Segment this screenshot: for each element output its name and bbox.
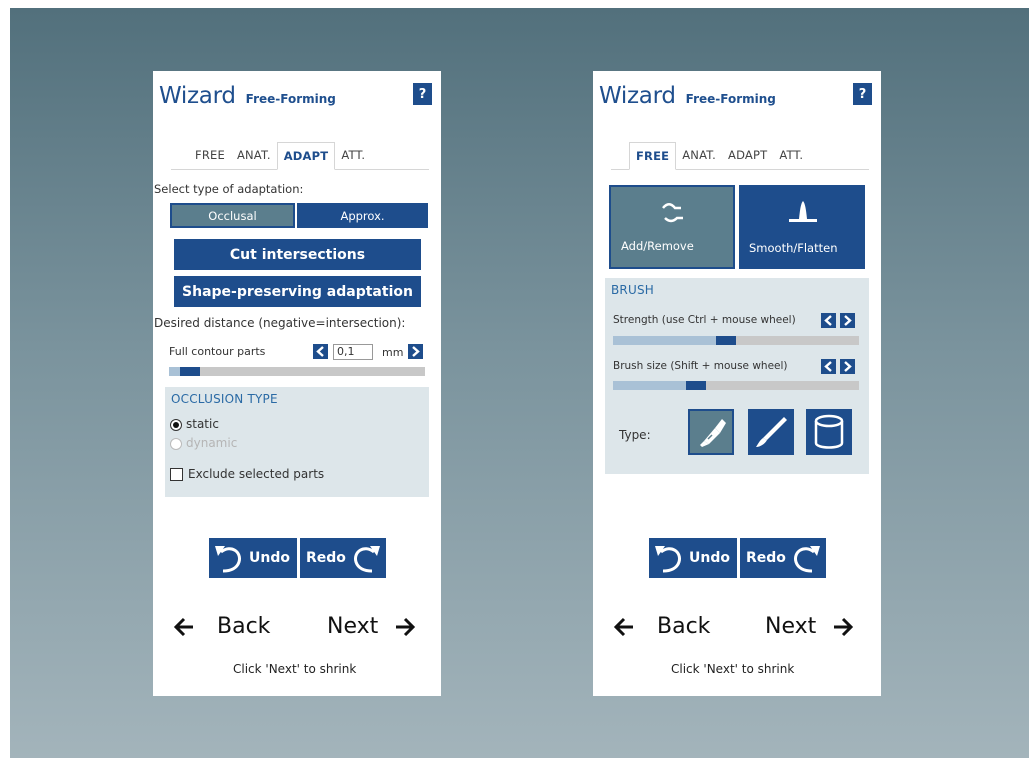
tab-att[interactable]: ATT. [773, 142, 809, 169]
redo-icon [793, 546, 820, 573]
decrease-arrow-button[interactable] [313, 344, 328, 359]
chevron-left-icon [824, 361, 832, 372]
redo-icon [353, 546, 380, 573]
distance-slider[interactable] [169, 367, 425, 376]
brush-size-label: Brush size (Shift + mouse wheel) [613, 360, 788, 372]
full-contour-label: Full contour parts [169, 345, 266, 358]
add-remove-icon [662, 203, 683, 223]
tab-free[interactable]: FREE [629, 142, 677, 170]
add-remove-button[interactable]: Add/Remove [609, 185, 735, 269]
tab-bar: FREE ANAT. ADAPT ATT. [611, 142, 869, 170]
increase-arrow-button[interactable] [408, 344, 423, 359]
help-button[interactable]: ? [413, 83, 432, 105]
chevron-right-icon [844, 315, 852, 326]
exclude-parts-checkbox[interactable] [170, 468, 183, 481]
slider-knob[interactable] [686, 381, 706, 390]
shape-preserving-button[interactable]: Shape-preserving adaptation [174, 276, 421, 307]
footer-hint: Click 'Next' to shrink [671, 662, 795, 676]
add-remove-label: Add/Remove [621, 239, 694, 253]
footer-hint: Click 'Next' to shrink [233, 662, 357, 676]
next-label: Next [327, 614, 379, 639]
tab-free[interactable]: FREE [189, 142, 231, 169]
back-label: Back [217, 614, 271, 639]
size-decrease-button[interactable] [821, 359, 836, 374]
brush-type-pen-button[interactable] [748, 409, 794, 455]
strength-slider[interactable] [613, 336, 859, 345]
strength-label: Strength (use Ctrl + mouse wheel) [613, 314, 796, 326]
back-button[interactable]: Back [613, 614, 710, 639]
brush-size-slider[interactable] [613, 381, 859, 390]
size-increase-button[interactable] [840, 359, 855, 374]
occlusion-type-box: OCCLUSION TYPE static dynamic Exclude se… [165, 387, 429, 497]
tab-adapt[interactable]: ADAPT [722, 142, 773, 169]
chevron-left-icon [316, 346, 324, 357]
smooth-flatten-button[interactable]: Smooth/Flatten [739, 185, 865, 269]
desired-distance-label: Desired distance (negative=intersection)… [154, 316, 406, 330]
next-button[interactable]: Next [765, 614, 854, 639]
next-button[interactable]: Next [327, 614, 416, 639]
occlusion-type-heading: OCCLUSION TYPE [171, 392, 278, 406]
static-label: static [186, 417, 219, 431]
arrow-left-icon [613, 617, 633, 636]
dynamic-radio[interactable] [170, 438, 182, 450]
arrow-right-icon [834, 617, 854, 636]
redo-label: Redo [306, 550, 346, 566]
slider-knob[interactable] [716, 336, 736, 345]
smooth-flatten-label: Smooth/Flatten [749, 241, 838, 255]
tab-anat[interactable]: ANAT. [231, 142, 277, 169]
arrow-right-icon [396, 617, 416, 636]
strength-increase-button[interactable] [840, 313, 855, 328]
cylinder-icon [814, 414, 844, 449]
approx-button[interactable]: Approx. [297, 203, 428, 228]
slider-knob[interactable] [180, 367, 200, 376]
brush-type-cylinder-button[interactable] [806, 409, 852, 455]
paintbrush-icon [700, 419, 726, 447]
chevron-right-icon [844, 361, 852, 372]
brush-heading: BRUSH [611, 283, 654, 297]
undo-button[interactable]: Undo [649, 538, 737, 578]
title-sub: Free-Forming [245, 92, 336, 106]
redo-button[interactable]: Redo [740, 538, 826, 578]
tab-anat[interactable]: ANAT. [676, 142, 722, 169]
title-main: Wizard [599, 83, 676, 109]
undo-label: Undo [689, 550, 730, 566]
brush-type-paint-button[interactable] [688, 409, 734, 455]
pen-brush-icon [756, 417, 787, 447]
strength-decrease-button[interactable] [821, 313, 836, 328]
back-label: Back [657, 614, 711, 639]
next-label: Next [765, 614, 817, 639]
undo-icon [215, 546, 241, 573]
static-radio[interactable] [170, 419, 182, 431]
undo-icon [655, 546, 681, 573]
distance-input[interactable]: 0,1 [333, 344, 373, 360]
wizard-panel-free: Wizard Free-Forming ? FREE ANAT. ADAPT A… [593, 71, 881, 696]
title-main: Wizard [159, 83, 236, 109]
chevron-left-icon [824, 315, 832, 326]
redo-label: Redo [746, 550, 786, 566]
exclude-parts-label: Exclude selected parts [188, 467, 325, 481]
undo-label: Undo [249, 550, 290, 566]
undo-button[interactable]: Undo [209, 538, 297, 578]
occlusal-button[interactable]: Occlusal [170, 203, 295, 228]
cut-intersections-button[interactable]: Cut intersections [174, 239, 421, 270]
arrow-left-icon [173, 617, 193, 636]
tab-bar: FREE ANAT. ADAPT ATT. [171, 142, 429, 170]
back-button[interactable]: Back [173, 614, 270, 639]
adaptation-type-label: Select type of adaptation: [154, 182, 304, 196]
unit-label: mm [382, 346, 404, 359]
tab-adapt[interactable]: ADAPT [276, 142, 336, 170]
wizard-panel-adapt: Wizard Free-Forming ? FREE ANAT. ADAPT A… [153, 71, 441, 696]
dynamic-label: dynamic [186, 436, 238, 450]
title-sub: Free-Forming [685, 92, 776, 106]
chevron-right-icon [412, 346, 420, 357]
smooth-flatten-icon [789, 201, 817, 222]
tab-att[interactable]: ATT. [335, 142, 371, 169]
wizard-title: Wizard Free-Forming [599, 83, 776, 109]
type-label: Type: [619, 428, 651, 442]
help-button[interactable]: ? [853, 83, 872, 105]
redo-button[interactable]: Redo [300, 538, 386, 578]
wizard-title: Wizard Free-Forming [159, 83, 336, 109]
brush-box: BRUSH Strength (use Ctrl + mouse wheel) … [605, 278, 869, 474]
